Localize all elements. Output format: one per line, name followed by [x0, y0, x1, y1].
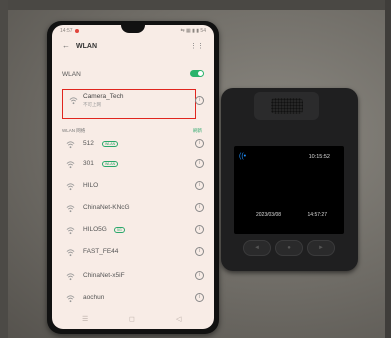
info-icon[interactable]: i: [195, 247, 204, 256]
camera-screen: ((• 10:15:52 2023/03/08 14:57:27: [234, 146, 344, 234]
wifi-icon: [66, 226, 75, 235]
info-icon[interactable]: i: [195, 159, 204, 168]
network-row[interactable]: ChinaNet-x5iF i: [52, 269, 214, 289]
camera-time-bottom: 14:57:27: [307, 212, 327, 218]
navigation-bar: ☰ ◻ ◁: [52, 315, 214, 325]
connected-ssid: Camera_Tech: [83, 93, 124, 100]
network-row[interactable]: 512 WLAN i: [52, 137, 214, 157]
photo-edge-top: [0, 0, 391, 10]
wlan-toggle[interactable]: [190, 70, 204, 77]
info-icon[interactable]: i: [195, 293, 204, 302]
wifi-icon: [69, 96, 78, 105]
section-label: WLAN 网络: [62, 128, 86, 133]
page-title: WLAN: [76, 43, 97, 50]
wifi-icon: [66, 160, 75, 169]
connected-status: 不可上网: [83, 102, 101, 107]
network-row[interactable]: HILO i: [52, 179, 214, 199]
network-badge: WLAN: [102, 161, 119, 167]
camera-buttons: ◄ ● ►: [233, 240, 345, 260]
home-nav-icon[interactable]: ◻: [129, 315, 135, 323]
wifi-icon: [66, 204, 75, 213]
status-icons: ⇆ ▦ ▮ ▮ 54: [180, 28, 206, 34]
phone-screen: 14:57 ⇆ ▦ ▮ ▮ 54 ← WLAN ⋮⋮ WLAN Camera_T…: [52, 25, 214, 329]
network-ssid: HILO5G: [83, 226, 107, 233]
network-ssid: HILO: [83, 182, 99, 189]
network-ssid: 512: [83, 140, 94, 147]
info-icon[interactable]: i: [195, 225, 204, 234]
network-row[interactable]: FAST_FE44 i: [52, 245, 214, 265]
network-ssid: ChinaNet-KNcG: [83, 204, 130, 211]
status-bar: 14:57 ⇆ ▦ ▮ ▮ 54: [60, 28, 206, 36]
network-ssid: aochun: [83, 294, 105, 301]
wifi-icon: [66, 294, 75, 303]
refresh-label[interactable]: 刷新: [193, 128, 202, 134]
network-badge: 5G: [114, 227, 125, 233]
app-bar: ← WLAN ⋮⋮: [52, 41, 214, 55]
network-ssid: 301: [83, 160, 94, 167]
status-time: 14:57: [60, 28, 79, 36]
wifi-icon: [66, 182, 75, 191]
network-row[interactable]: 301 WLAN i: [52, 157, 214, 177]
wifi-icon: [66, 248, 75, 257]
camera-date: 2023/03/08: [256, 212, 282, 218]
camera-button-right[interactable]: ►: [307, 240, 335, 256]
menu-icon[interactable]: ⋮⋮: [190, 42, 204, 50]
network-row[interactable]: ChinaNet-KNcG i: [52, 201, 214, 221]
speaker-grille: [271, 98, 303, 114]
body-camera: ((• 10:15:52 2023/03/08 14:57:27 ◄ ● ►: [221, 88, 358, 271]
menu-nav-icon[interactable]: ☰: [82, 315, 88, 323]
info-icon[interactable]: i: [195, 271, 204, 280]
camera-clip: [254, 92, 319, 120]
info-icon[interactable]: i: [195, 203, 204, 212]
arrow-left-icon[interactable]: ←: [62, 41, 70, 50]
camera-time-top: 10:15:52: [308, 154, 330, 160]
wifi-icon: [66, 140, 75, 149]
smartphone: 14:57 ⇆ ▦ ▮ ▮ 54 ← WLAN ⋮⋮ WLAN Camera_T…: [47, 21, 219, 334]
back-nav-icon[interactable]: ◁: [176, 315, 181, 323]
camera-wifi-icon: ((•: [239, 153, 247, 160]
network-row[interactable]: HILO5G 5G i: [52, 223, 214, 243]
info-icon[interactable]: i: [195, 181, 204, 190]
photo-edge-left: [0, 0, 8, 338]
wlan-toggle-label: WLAN: [62, 71, 81, 78]
camera-button-ok[interactable]: ●: [275, 240, 303, 256]
network-ssid: FAST_FE44: [83, 248, 119, 255]
camera-button-left[interactable]: ◄: [243, 240, 271, 256]
network-ssid: ChinaNet-x5iF: [83, 272, 125, 279]
network-badge: WLAN: [102, 141, 119, 147]
info-icon[interactable]: i: [195, 139, 204, 148]
network-row[interactable]: aochun i: [52, 291, 214, 311]
photo-edge-right: [385, 0, 391, 338]
wifi-icon: [66, 272, 75, 281]
info-icon[interactable]: i: [195, 96, 204, 105]
connected-network-highlight[interactable]: Camera_Tech 不可上网: [62, 89, 196, 119]
